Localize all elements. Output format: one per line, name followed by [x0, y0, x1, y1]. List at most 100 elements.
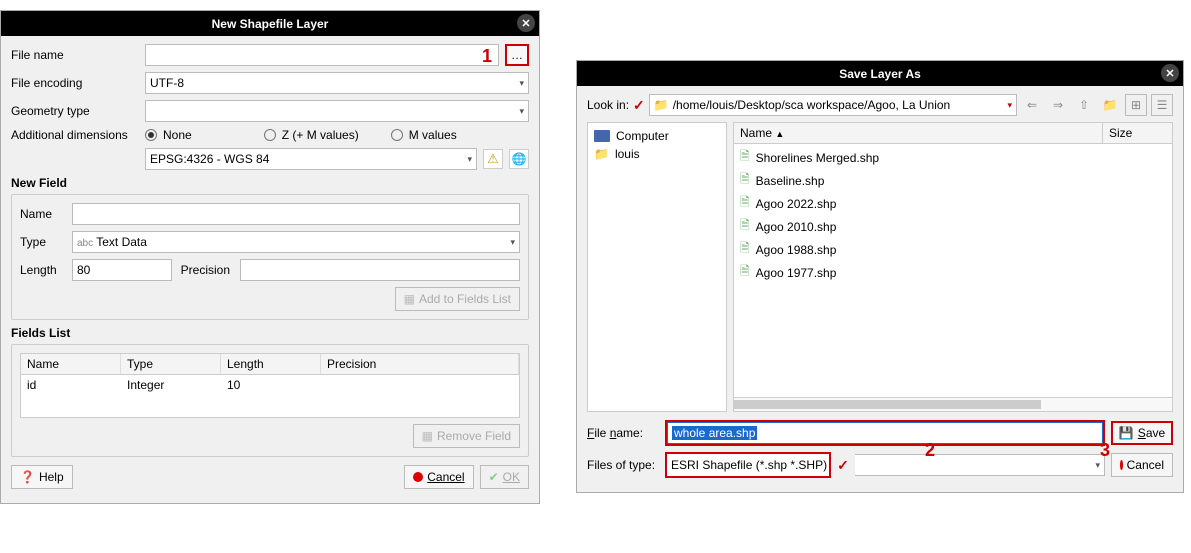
- place-home[interactable]: 📁 louis: [592, 145, 722, 163]
- files-of-type-value: ESRI Shapefile (*.shp *.SHP): [671, 458, 827, 472]
- col-name[interactable]: Name: [21, 354, 121, 374]
- cancel-label: Cancel: [427, 470, 464, 484]
- radio-m[interactable]: M values: [391, 128, 457, 142]
- remove-field-button[interactable]: ▦Remove Field: [413, 424, 520, 448]
- crs-select-icon[interactable]: 🌐: [509, 149, 529, 169]
- nf-precision-input[interactable]: [240, 259, 520, 281]
- folder-icon: 📁: [594, 147, 609, 161]
- file-encoding-combo[interactable]: UTF-8 ▾: [145, 72, 529, 94]
- save-button[interactable]: 💾Save: [1111, 421, 1173, 445]
- files-of-type-label: Files of type:: [587, 458, 659, 472]
- folder-icon: 📁: [654, 98, 669, 112]
- col-precision[interactable]: Precision: [321, 354, 519, 374]
- file-row[interactable]: 🗎 Shorelines Merged.shp: [738, 146, 1168, 169]
- col-type[interactable]: Type: [121, 354, 221, 374]
- places-panel: Computer 📁 louis: [587, 122, 727, 412]
- file-name-input[interactable]: [145, 44, 499, 66]
- nf-type-value: abc Text Data: [77, 235, 147, 249]
- place-label: louis: [615, 147, 640, 161]
- new-shapefile-dialog: New Shapefile Layer ✕ File name … File e…: [0, 10, 540, 504]
- ellipsis-icon: …: [511, 48, 523, 62]
- cancel-button[interactable]: Cancel: [1111, 453, 1173, 477]
- files-of-type-combo-full[interactable]: ▾: [855, 454, 1105, 476]
- radio-none-label: None: [163, 128, 192, 142]
- horizontal-scrollbar[interactable]: [734, 397, 1172, 411]
- browse-button[interactable]: …: [505, 44, 529, 66]
- file-icon: 🗎: [740, 262, 750, 283]
- check-annotation-icon: ✓: [633, 97, 645, 114]
- save-layer-as-dialog: Save Layer As ✕ Look in: ✓ 📁 /home/louis…: [576, 60, 1184, 493]
- help-icon: ❓: [20, 470, 35, 484]
- sort-asc-icon: ▲: [775, 129, 784, 139]
- list-view-icon[interactable]: ⊞: [1125, 94, 1147, 116]
- path-combo[interactable]: 📁 /home/louis/Desktop/sca workspace/Agoo…: [649, 94, 1017, 116]
- fields-list-section: Name Type Length Precision idInteger10 ▦…: [11, 344, 529, 457]
- check-icon: ✔: [489, 470, 499, 484]
- fields-list-title: Fields List: [11, 326, 529, 340]
- look-in-label: Look in:: [587, 98, 629, 112]
- back-icon[interactable]: ⇐: [1021, 94, 1043, 116]
- file-row[interactable]: 🗎 Agoo 2010.shp: [738, 215, 1168, 238]
- col-file-size[interactable]: Size: [1102, 123, 1172, 143]
- file-icon: 🗎: [740, 147, 750, 168]
- add-to-fields-label: Add to Fields List: [419, 292, 511, 306]
- up-icon[interactable]: ⇧: [1073, 94, 1095, 116]
- additional-dims-label: Additional dimensions: [11, 128, 139, 142]
- chevron-down-icon: ▾: [510, 237, 515, 248]
- new-folder-icon[interactable]: 📁: [1099, 94, 1121, 116]
- radio-z[interactable]: Z (+ M values): [264, 128, 359, 142]
- file-row[interactable]: 🗎Agoo 2022.shp: [738, 192, 1168, 215]
- add-to-fields-button[interactable]: ▦Add to Fields List: [395, 287, 520, 311]
- table-row[interactable]: idInteger10: [21, 375, 519, 395]
- file-name-input[interactable]: whole area.shp: [667, 422, 1103, 444]
- nf-name-input[interactable]: [72, 203, 520, 225]
- dialog-title: Save Layer As: [839, 67, 921, 81]
- geometry-type-combo[interactable]: ▾: [145, 100, 529, 122]
- file-encoding-label: File encoding: [11, 76, 139, 90]
- file-row[interactable]: 🗎Agoo 1988.shp: [738, 238, 1168, 261]
- radio-none[interactable]: None: [145, 128, 192, 142]
- detail-view-icon[interactable]: ☰: [1151, 94, 1173, 116]
- warning-icon[interactable]: ⚠: [483, 149, 503, 169]
- file-name-label: File name:: [587, 426, 659, 440]
- place-label: Computer: [616, 129, 669, 143]
- nf-length-input[interactable]: [72, 259, 172, 281]
- file-row[interactable]: 🗎Baseline.shp: [738, 169, 1168, 192]
- close-icon[interactable]: ✕: [1161, 64, 1179, 82]
- col-file-name[interactable]: Name ▲: [734, 123, 1102, 143]
- titlebar: Save Layer As ✕: [577, 61, 1183, 86]
- place-computer[interactable]: Computer: [592, 127, 722, 145]
- new-field-title: New Field: [11, 176, 529, 190]
- cancel-icon: [1120, 460, 1123, 470]
- file-encoding-value: UTF-8: [150, 76, 184, 90]
- chevron-down-icon: ▾: [1007, 100, 1012, 111]
- fields-table: Name Type Length Precision idInteger10: [20, 353, 520, 418]
- files-of-type-combo[interactable]: ESRI Shapefile (*.shp *.SHP): [667, 454, 829, 476]
- file-name: Agoo 2022.shp: [756, 197, 837, 211]
- crs-combo[interactable]: EPSG:4326 - WGS 84 ▾: [145, 148, 477, 170]
- chevron-down-icon: ▾: [519, 106, 524, 117]
- ok-label: OK: [503, 470, 520, 484]
- chevron-down-icon: ▾: [467, 154, 472, 165]
- titlebar: New Shapefile Layer ✕: [1, 11, 539, 36]
- chevron-down-icon: ▾: [519, 78, 524, 89]
- path-value: /home/louis/Desktop/sca workspace/Agoo, …: [673, 98, 1004, 112]
- help-button[interactable]: ❓Help: [11, 465, 73, 489]
- nf-type-combo[interactable]: abc Text Data ▾: [72, 231, 520, 253]
- cancel-label: Cancel: [1127, 458, 1164, 472]
- forward-icon[interactable]: ⇒: [1047, 94, 1069, 116]
- radio-icon: [391, 129, 403, 141]
- save-icon: 💾: [1119, 426, 1134, 440]
- file-row[interactable]: 🗎Agoo 1977.shp: [738, 261, 1168, 284]
- close-icon[interactable]: ✕: [517, 14, 535, 32]
- file-icon: 🗎: [740, 216, 750, 237]
- nf-name-label: Name: [20, 207, 66, 221]
- file-name: Shorelines Merged.shp: [756, 151, 879, 165]
- cancel-button[interactable]: Cancel: [404, 465, 473, 489]
- ok-button[interactable]: ✔ OK: [480, 465, 529, 489]
- radio-m-label: M values: [409, 128, 457, 142]
- cancel-icon: [413, 472, 423, 482]
- remove-field-label: Remove Field: [437, 429, 511, 443]
- col-length[interactable]: Length: [221, 354, 321, 374]
- file-name: Agoo 2010.shp: [756, 220, 837, 234]
